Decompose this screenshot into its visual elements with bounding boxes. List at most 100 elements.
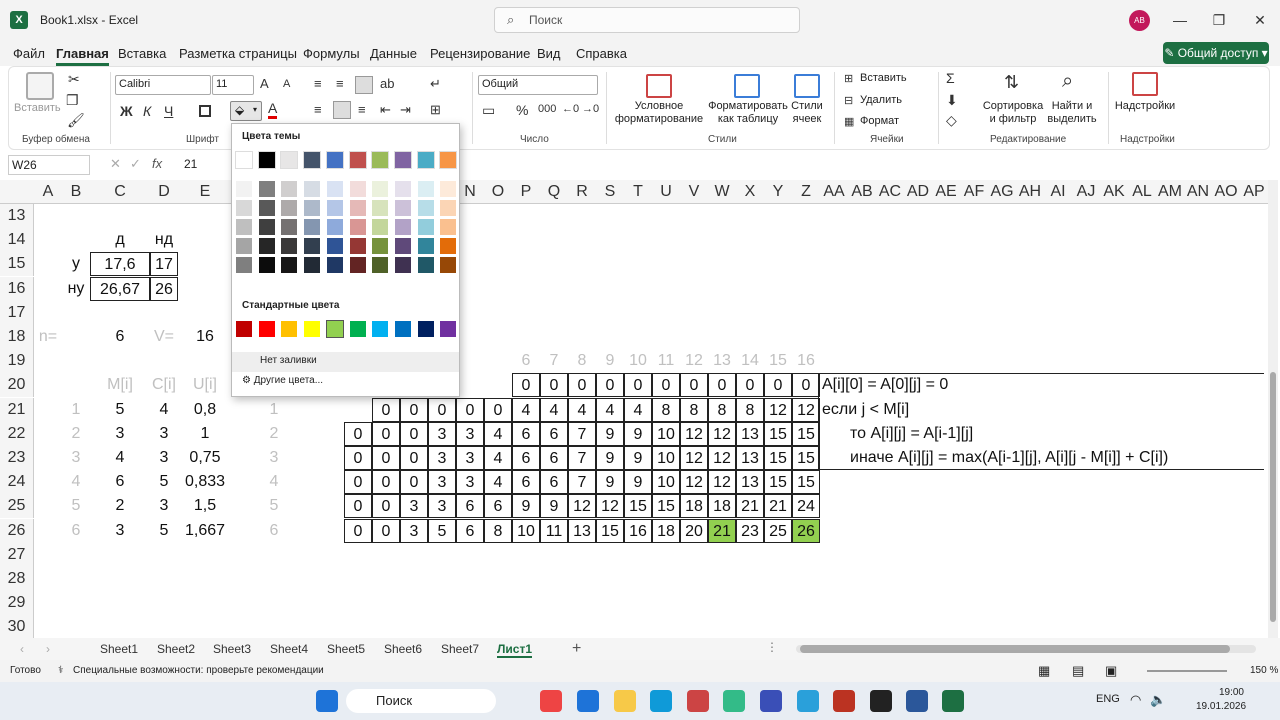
theme-color-swatch[interactable] [348, 151, 367, 169]
column-header-AB[interactable]: AB [848, 180, 876, 204]
grow-font-icon[interactable]: A [260, 76, 269, 91]
horizontal-scrollbar[interactable] [796, 645, 1256, 653]
theme-shade-swatch[interactable] [348, 256, 367, 274]
column-header-AM[interactable]: AM [1156, 180, 1184, 204]
tab-Sheet2[interactable]: Sheet2 [157, 642, 195, 656]
column-header-A[interactable]: A [34, 180, 62, 204]
cut-icon[interactable]: ✂ [68, 71, 80, 88]
theme-color-swatch[interactable] [303, 151, 322, 169]
theme-shade-swatch[interactable] [348, 237, 367, 255]
row-header-20[interactable]: 20 [0, 373, 34, 398]
standard-color-swatch[interactable] [257, 320, 276, 338]
theme-shade-swatch[interactable] [257, 237, 276, 255]
align-middle-icon[interactable]: ≡ [336, 76, 344, 91]
standard-color-swatch[interactable] [235, 320, 253, 338]
fx-icon[interactable]: fx [152, 156, 162, 171]
theme-shade-swatch[interactable] [325, 199, 344, 217]
tab-Sheet5[interactable]: Sheet5 [327, 642, 365, 656]
column-header-AJ[interactable]: AJ [1072, 180, 1100, 204]
row-header-22[interactable]: 22 [0, 421, 34, 446]
font-name-combo[interactable]: Calibri [115, 75, 211, 95]
decrease-decimal-icon[interactable]: →0 [582, 103, 599, 115]
theme-shade-swatch[interactable] [393, 256, 412, 274]
name-box[interactable]: W26 [8, 155, 90, 175]
standard-color-swatch[interactable] [393, 320, 412, 338]
chrome-icon[interactable] [540, 690, 562, 712]
menu-formulas[interactable]: Формулы [303, 46, 360, 61]
store-icon[interactable] [577, 690, 599, 712]
theme-shade-swatch[interactable] [280, 199, 299, 217]
increase-decimal-icon[interactable]: ←0 [562, 103, 579, 115]
column-header-Q[interactable]: Q [540, 180, 568, 204]
theme-shade-swatch[interactable] [257, 180, 276, 198]
theme-shade-swatch[interactable] [371, 237, 390, 255]
standard-color-swatch[interactable] [439, 320, 458, 338]
column-header-R[interactable]: R [568, 180, 596, 204]
menu-page-layout[interactable]: Разметка страницы [179, 46, 297, 61]
tab-Sheet7[interactable]: Sheet7 [441, 642, 479, 656]
theme-shade-swatch[interactable] [280, 218, 299, 236]
column-header-T[interactable]: T [624, 180, 652, 204]
standard-color-swatch[interactable] [348, 320, 367, 338]
column-header-AG[interactable]: AG [988, 180, 1016, 204]
theme-shade-swatch[interactable] [439, 199, 458, 217]
underline-button[interactable]: Ч [164, 103, 173, 119]
column-header-AP[interactable]: AP [1240, 180, 1268, 204]
theme-shade-swatch[interactable] [325, 256, 344, 274]
menu-data[interactable]: Данные [370, 46, 417, 61]
tab-Sheet1[interactable]: Sheet1 [100, 642, 138, 656]
language-indicator[interactable]: ENG [1096, 693, 1120, 705]
column-header-N[interactable]: N [456, 180, 484, 204]
spreadsheet-grid[interactable]: ABCDEFGHIJKLMNOPQRSTUVWXYZAAABACADAEAFAG… [0, 180, 1268, 638]
orientation-icon[interactable]: ab [380, 76, 394, 91]
autosum-icon[interactable]: Σ [946, 70, 955, 86]
row-header-23[interactable]: 23 [0, 446, 34, 470]
column-header-Y[interactable]: Y [764, 180, 792, 204]
word-icon[interactable] [906, 690, 928, 712]
theme-shade-swatch[interactable] [416, 180, 435, 198]
row-header-14[interactable]: 14 [0, 228, 34, 253]
column-header-W[interactable]: W [708, 180, 736, 204]
row-header-30[interactable]: 30 [0, 615, 34, 638]
insert-cells-button[interactable]: Вставить [860, 72, 907, 85]
menu-review[interactable]: Рецензирование [430, 46, 530, 61]
add-sheet-icon[interactable]: + [572, 640, 581, 658]
theme-shade-swatch[interactable] [303, 199, 322, 217]
theme-shade-swatch[interactable] [371, 256, 390, 274]
menu-view[interactable]: Вид [537, 46, 561, 61]
telegram-icon[interactable] [797, 690, 819, 712]
avatar[interactable]: AB [1129, 10, 1150, 31]
no-fill-option[interactable]: Нет заливки [232, 352, 459, 372]
theme-shade-swatch[interactable] [303, 237, 322, 255]
theme-shade-swatch[interactable] [371, 199, 390, 217]
find-select-button[interactable]: Найти и выделить [1044, 100, 1100, 126]
column-header-V[interactable]: V [680, 180, 708, 204]
row-header-18[interactable]: 18 [0, 325, 34, 349]
column-header-X[interactable]: X [736, 180, 764, 204]
theme-color-swatch[interactable] [280, 151, 299, 169]
row-header-26[interactable]: 26 [0, 518, 34, 543]
row-header-25[interactable]: 25 [0, 494, 34, 519]
format-as-table-button[interactable]: Форматировать как таблицу [708, 100, 788, 126]
column-header-B[interactable]: B [62, 180, 90, 204]
app5-icon[interactable] [870, 690, 892, 712]
row-header-19[interactable]: 19 [0, 349, 34, 374]
theme-shade-swatch[interactable] [303, 218, 322, 236]
theme-color-swatch[interactable] [235, 151, 253, 169]
windows-start-icon[interactable] [316, 690, 338, 712]
theme-shade-swatch[interactable] [348, 218, 367, 236]
theme-shade-swatch[interactable] [325, 180, 344, 198]
fill-down-icon[interactable]: ⬇ [946, 92, 958, 109]
normal-view-icon[interactable]: ▦ [1038, 663, 1050, 679]
theme-shade-swatch[interactable] [393, 218, 412, 236]
clock-time[interactable]: 19:00 [1218, 687, 1244, 698]
tab-Sheet4[interactable]: Sheet4 [270, 642, 308, 656]
menu-home[interactable]: Главная [56, 46, 109, 66]
theme-shade-swatch[interactable] [348, 180, 367, 198]
fill-color-button[interactable]: ⬙ ▾ [230, 101, 262, 121]
row-header-17[interactable]: 17 [0, 300, 34, 325]
number-format-combo[interactable]: Общий [478, 75, 598, 95]
format-painter-icon[interactable]: 🖌 [67, 112, 85, 129]
app4-icon[interactable] [833, 690, 855, 712]
theme-shade-swatch[interactable] [280, 256, 299, 274]
